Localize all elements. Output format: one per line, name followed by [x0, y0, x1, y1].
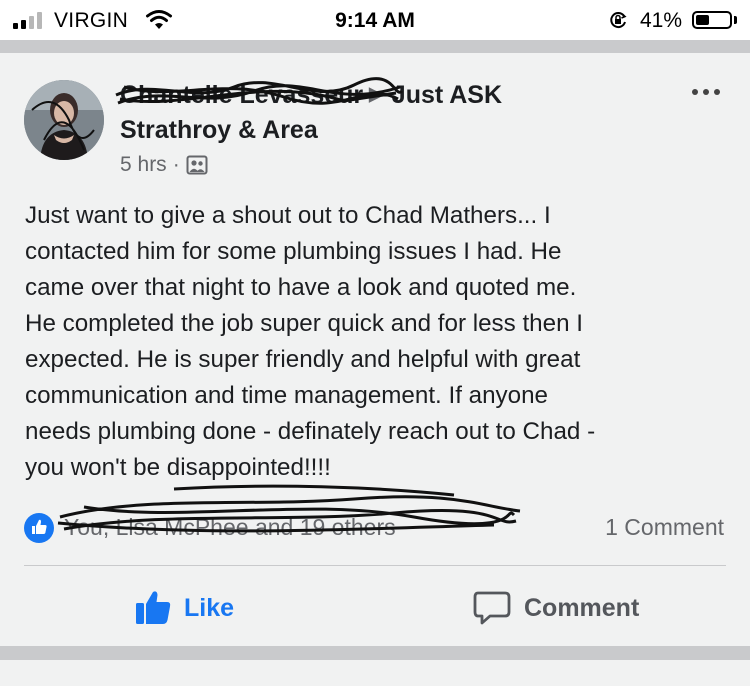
battery-fill	[696, 15, 709, 25]
redaction-scribble	[115, 77, 404, 105]
divider	[24, 565, 726, 566]
thumbs-up-icon	[136, 591, 171, 624]
reactions-bar: You, Lisa McPhee and 19 others 1 Comment	[24, 484, 724, 543]
next-post-card	[0, 660, 750, 686]
comments-count[interactable]: 1 Comment	[605, 514, 724, 541]
comment-button-label: Comment	[524, 593, 640, 622]
meta-separator: ·	[172, 153, 180, 176]
battery-icon	[692, 11, 732, 29]
battery-percent: 41%	[640, 9, 683, 32]
avatar[interactable]	[24, 80, 104, 160]
status-bar: VIRGIN 9:14 AM 41%	[0, 0, 750, 40]
post-body-text: Just want to give a shout out to Chad Ma…	[25, 202, 596, 481]
group-audience-icon	[186, 155, 208, 175]
post-header-line1: Chantelle Levasseur ▶ Just ASK	[115, 77, 502, 110]
orientation-lock-icon	[610, 12, 627, 29]
post-card: Chantelle Levasseur ▶ Just ASK Strathroy …	[0, 53, 750, 646]
redaction-scribble	[57, 484, 521, 533]
more-options-icon[interactable]	[692, 89, 720, 95]
group-name[interactable]: Just ASK	[392, 81, 502, 109]
comment-button[interactable]: Comment	[472, 588, 639, 628]
post-meta: 5 hrs ·	[120, 153, 208, 177]
author-name[interactable]: Chantelle Levasseur	[115, 77, 404, 110]
battery-cap	[734, 16, 737, 24]
avatar-photo	[24, 80, 104, 160]
like-button[interactable]: Like	[134, 588, 234, 628]
post-timestamp[interactable]: 5 hrs	[120, 153, 167, 177]
like-button-label: Like	[184, 593, 235, 622]
clock-time: 9:14 AM	[335, 9, 415, 32]
comment-bubble-icon	[473, 591, 511, 625]
like-reaction-icon	[24, 513, 54, 543]
group-name-line2[interactable]: Strathroy & Area	[120, 116, 318, 145]
